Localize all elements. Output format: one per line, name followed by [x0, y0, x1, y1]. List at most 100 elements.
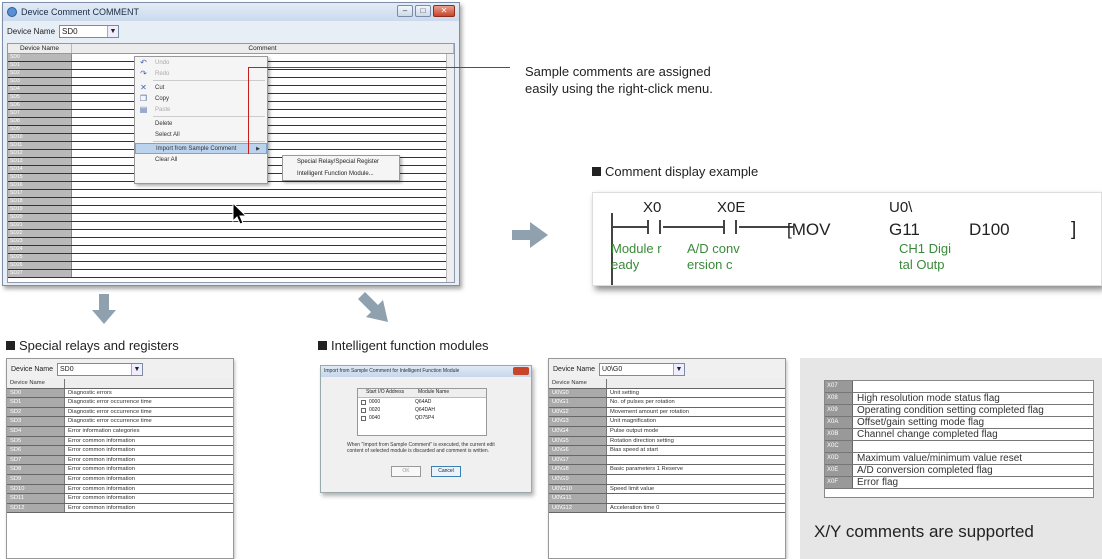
xy-row[interactable]: X09 Operating condition setting completed… — [825, 405, 1093, 417]
table-row[interactable]: SD12 Error common information — [7, 503, 233, 514]
module-row[interactable]: 0020 Q64DAH — [358, 406, 486, 414]
table-row[interactable]: U0\G1 No. of pulses per rotation — [549, 398, 785, 408]
xy-row[interactable]: X08 High resolution mode status flag — [825, 393, 1093, 405]
grid-cell-device: SD4 — [8, 86, 72, 93]
menu-item-label: Select All — [155, 131, 180, 138]
minimize-button[interactable]: – — [397, 5, 413, 17]
table-row[interactable]: U0\G11 — [549, 494, 785, 504]
grid-cell-device: SD17 — [8, 190, 72, 197]
paste-icon: ▤ — [139, 105, 148, 114]
grid-row[interactable]: SD24 — [8, 246, 454, 254]
grid-row[interactable]: SD19 — [8, 206, 454, 214]
xy-row[interactable]: X0E A/D conversion completed flag — [825, 465, 1093, 477]
xy-device: X0C — [825, 441, 853, 452]
col-start-io: Start I/O Address — [366, 389, 405, 395]
label-mov: [MOV — [787, 220, 831, 239]
grid-cell-comment[interactable] — [72, 254, 454, 261]
grid-cell-comment[interactable] — [72, 262, 454, 269]
table-row[interactable]: SD2 Diagnostic error occurrence time — [7, 407, 233, 418]
device-name-label: Device Name — [7, 26, 56, 36]
table-row[interactable]: U0\G10 Speed limit value — [549, 484, 785, 495]
table-row[interactable]: U0\G2 Movement amount per rotation — [549, 407, 785, 418]
table-row[interactable]: SD11 Error common information — [7, 494, 233, 504]
row-comment: Diagnostic error occurrence time — [68, 418, 152, 425]
ifm-col-comment — [607, 379, 785, 388]
module-row[interactable]: 0000 Q64AD — [358, 398, 486, 406]
grid-cell-comment[interactable] — [72, 238, 454, 245]
table-row[interactable]: U0\G5 Rotation direction setting — [549, 436, 785, 447]
table-row[interactable]: SD8 Error common information — [7, 465, 233, 475]
grid-cell-comment[interactable] — [72, 270, 454, 277]
grid-row[interactable]: SD18 — [8, 198, 454, 206]
ifm-device-select[interactable]: U0\G0 ▼ — [599, 362, 686, 376]
table-row[interactable]: U0\G0 Unit setting — [549, 388, 785, 399]
cancel-button[interactable]: Cancel — [431, 466, 461, 477]
contact-x0 — [647, 220, 661, 234]
chevron-down-icon[interactable]: ▼ — [107, 25, 119, 37]
table-row[interactable]: SD5 Error common information — [7, 436, 233, 447]
grid-cell-comment[interactable] — [72, 222, 454, 229]
close-button[interactable]: ✕ — [433, 5, 455, 17]
xy-row[interactable]: X07 — [825, 381, 1093, 393]
window-title: Device Comment COMMENT — [21, 7, 140, 17]
device-name-select[interactable]: SD0 ▼ — [59, 24, 120, 38]
row-device: SD11 — [7, 494, 65, 503]
submenu-item-special[interactable]: Special Relay/Special Register — [283, 156, 399, 168]
special-header: Device Name — [7, 379, 233, 389]
grid-row[interactable]: SD22 — [8, 230, 454, 238]
table-row[interactable]: SD4 Error information categories — [7, 426, 233, 437]
maximize-button[interactable]: □ — [415, 5, 431, 17]
row-comment — [607, 494, 785, 503]
submenu-item-intelligent[interactable]: Intelligent Function Module... — [283, 168, 399, 180]
table-row[interactable]: U0\G6 Bias speed at start — [549, 446, 785, 456]
grid-row[interactable]: SD26 — [8, 262, 454, 270]
table-row[interactable]: SD0 Diagnostic errors — [7, 388, 233, 399]
special-device-select[interactable]: SD0 ▼ — [57, 362, 144, 376]
xy-row[interactable]: X0A Offset/gain setting mode flag — [825, 417, 1093, 429]
module-row[interactable]: 0040 QD75P4 — [358, 414, 486, 422]
ok-button[interactable]: OK — [391, 466, 421, 477]
ifm-rows: U0\G0 Unit setting U0\G1 No. of pulses per … — [549, 388, 785, 514]
chevron-down-icon[interactable]: ▼ — [131, 363, 143, 375]
xy-row[interactable]: X0D Maximum value/minimum value reset — [825, 453, 1093, 465]
callout-line — [248, 67, 510, 154]
table-row[interactable]: U0\G4 Pulse output mode — [549, 426, 785, 437]
table-row[interactable]: U0\G9 — [549, 474, 785, 485]
xy-panel: X07 X08 High resolution mode status flag X0… — [800, 358, 1102, 559]
chevron-down-icon[interactable]: ▼ — [673, 363, 685, 375]
wire — [613, 226, 647, 228]
module-checkbox[interactable] — [361, 415, 366, 421]
grid-cell-comment[interactable] — [72, 198, 454, 205]
grid-row[interactable]: SD20 — [8, 214, 454, 222]
table-row[interactable]: SD1 Diagnostic error occurrence time — [7, 398, 233, 408]
grid-cell-comment[interactable] — [72, 190, 454, 197]
grid-row[interactable]: SD17 — [8, 190, 454, 198]
table-row[interactable]: SD7 Error common information — [7, 455, 233, 466]
grid-cell-comment[interactable] — [72, 230, 454, 237]
xy-row[interactable]: X0F Error flag — [825, 477, 1093, 489]
table-row[interactable]: SD3 Diagnostic error occurrence time — [7, 417, 233, 427]
row-device: U0\G6 — [549, 446, 607, 455]
grid-cell-device: SD14 — [8, 166, 72, 173]
grid-row[interactable]: SD25 — [8, 254, 454, 262]
menu-item[interactable]: Clear All — [135, 154, 267, 165]
table-row[interactable]: SD10 Error common information — [7, 484, 233, 495]
xy-row[interactable]: X0B Channel change completed flag — [825, 429, 1093, 441]
table-row[interactable]: SD9 Error common information — [7, 474, 233, 485]
table-row[interactable]: U0\G12 Acceleration time 0 — [549, 503, 785, 514]
module-checkbox[interactable] — [361, 399, 366, 405]
grid-row[interactable]: SD21 — [8, 222, 454, 230]
grid-cell-comment[interactable] — [72, 206, 454, 213]
grid-row[interactable]: SD23 — [8, 238, 454, 246]
xy-row[interactable]: X0C — [825, 441, 1093, 453]
grid-row[interactable]: SD27 — [8, 270, 454, 278]
table-row[interactable]: SD6 Error common information — [7, 446, 233, 456]
table-row[interactable]: U0\G3 Unit magnification — [549, 417, 785, 427]
module-checkbox[interactable] — [361, 407, 366, 413]
grid-cell-comment[interactable] — [72, 214, 454, 221]
table-row[interactable]: U0\G7 — [549, 455, 785, 466]
grid-cell-device: SD13 — [8, 158, 72, 165]
dialog-close-button[interactable] — [513, 367, 529, 375]
grid-cell-comment[interactable] — [72, 246, 454, 253]
table-row[interactable]: U0\G8 Basic parameters 1 Reserve — [549, 465, 785, 475]
